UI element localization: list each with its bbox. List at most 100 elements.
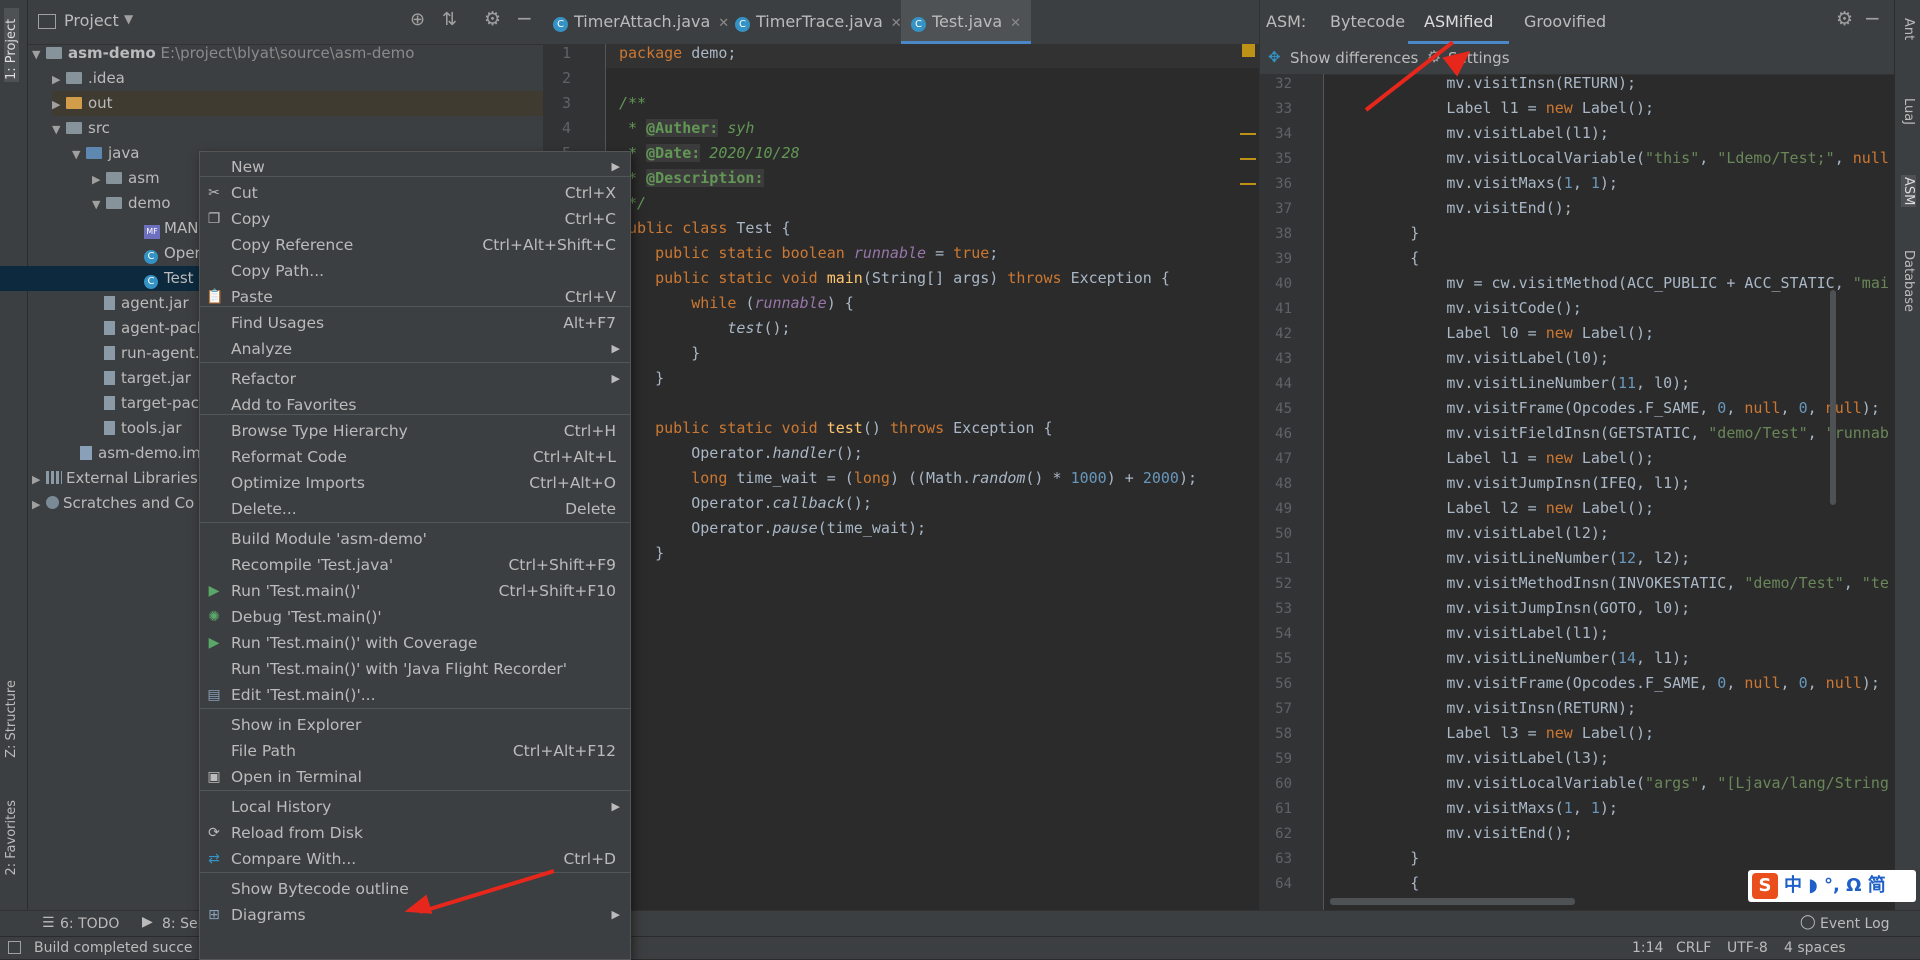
tree-item[interactable]: ▼ java	[72, 141, 139, 166]
menu-item-edit-config[interactable]: ▤ Edit 'Test.main()'...	[200, 682, 630, 708]
ime-toolbar[interactable]: S 中 ◗ °, Ω 简	[1748, 870, 1916, 902]
gear-icon[interactable]: ⚙	[1836, 8, 1853, 30]
chevron-down-icon[interactable]: ▼	[32, 42, 46, 67]
menu-item-copy[interactable]: ❐ Copy Ctrl+C	[200, 206, 630, 232]
show-differences-toggle[interactable]: Show differences	[1290, 49, 1418, 67]
status-message[interactable]: Build completed succe	[34, 940, 193, 956]
database-tool-tab[interactable]: Database	[1901, 250, 1916, 312]
menu-item-file-path[interactable]: File Path Ctrl+Alt+F12	[200, 738, 630, 764]
ant-tool-tab[interactable]: Ant	[1901, 18, 1916, 40]
vertical-scrollbar[interactable]	[1830, 290, 1836, 505]
menu-item-run-jfr[interactable]: Run 'Test.main()' with 'Java Flight Reco…	[200, 656, 630, 682]
tree-item[interactable]: agent-pack	[104, 316, 205, 341]
menu-item-show-in-explorer[interactable]: Show in Explorer	[200, 712, 630, 738]
structure-tool-tab[interactable]: Z: Structure	[4, 680, 19, 758]
tab-asmified[interactable]: ASMified	[1408, 0, 1510, 44]
horizontal-scrollbar[interactable]	[1330, 898, 1575, 905]
menu-item-cut[interactable]: ✂ Cut Ctrl+X	[200, 180, 630, 206]
event-log-tab[interactable]: Event Log	[1820, 916, 1890, 932]
lua-tool-tab[interactable]: LuaJ	[1901, 98, 1916, 125]
indent-setting[interactable]: 4 spaces	[1784, 940, 1846, 956]
chevron-right-icon[interactable]: ▶	[52, 67, 66, 92]
line-separator[interactable]: CRLF	[1676, 940, 1711, 956]
chevron-right-icon[interactable]: ▶	[52, 92, 66, 117]
tree-item[interactable]: ▶ External Libraries	[32, 466, 198, 491]
menu-item-open-in-terminal[interactable]: ▣ Open in Terminal	[200, 764, 630, 790]
inspection-indicator-icon[interactable]	[1242, 44, 1255, 57]
tab-timerattach[interactable]: C TimerAttach.java ✕	[543, 0, 739, 44]
menu-item-local-history[interactable]: Local History ▶	[200, 794, 630, 820]
tree-item[interactable]: MF MAN	[144, 216, 198, 241]
menu-item-copy-reference[interactable]: Copy Reference Ctrl+Alt+Shift+C	[200, 232, 630, 258]
tree-item[interactable]: ▶ Scratches and Co	[32, 491, 194, 516]
code-line: mv.visitFieldInsn(GETSTATIC, "demo/Test"…	[1338, 424, 1890, 442]
menu-item-add-to-favorites[interactable]: Add to Favorites	[200, 392, 630, 418]
jar-icon	[104, 396, 115, 410]
menu-item-reformat-code[interactable]: Reformat Code Ctrl+Alt+L	[200, 444, 630, 470]
chevron-right-icon[interactable]: ▶	[32, 492, 46, 517]
menu-item-label: File Path	[231, 742, 296, 760]
menu-item-browse-type-hierarchy[interactable]: Browse Type Hierarchy Ctrl+H	[200, 418, 630, 444]
tree-item[interactable]: target-pac	[104, 391, 199, 416]
menu-item-find-usages[interactable]: Find Usages Alt+F7	[200, 310, 630, 336]
menu-item-reload-from-disk[interactable]: ⟳ Reload from Disk	[200, 820, 630, 846]
tab-groovified[interactable]: Groovified	[1524, 0, 1606, 44]
tree-item[interactable]: tools.jar	[104, 416, 182, 441]
cursor-position[interactable]: 1:14	[1632, 940, 1663, 956]
tree-item[interactable]: asm-demo.im	[80, 441, 201, 466]
menu-item-build-module[interactable]: Build Module 'asm-demo'	[200, 526, 630, 552]
tree-item[interactable]: target.jar	[104, 366, 191, 391]
asm-tool-tab[interactable]: ASM	[1901, 175, 1916, 208]
project-tool-tab[interactable]: 1: Project	[4, 8, 19, 82]
menu-item-recompile[interactable]: Recompile 'Test.java' Ctrl+Shift+F9	[200, 552, 630, 578]
services-tab[interactable]: 8: Ser	[162, 916, 203, 932]
tree-item[interactable]: run-agent.	[104, 341, 200, 366]
menu-item-refactor[interactable]: Refactor ▶	[200, 366, 630, 392]
favorites-tool-tab[interactable]: 2: Favorites	[4, 800, 19, 876]
tab-bytecode[interactable]: Bytecode	[1330, 0, 1405, 44]
menu-item-optimize-imports[interactable]: Optimize Imports Ctrl+Alt+O	[200, 470, 630, 496]
menu-item-paste[interactable]: 📋 Paste Ctrl+V	[200, 284, 630, 310]
chevron-right-icon[interactable]: ▶	[32, 467, 46, 492]
tree-item[interactable]: ▼ demo	[92, 191, 171, 216]
chevron-down-icon[interactable]: ▼	[72, 142, 86, 167]
tree-item[interactable]: ▶ asm	[92, 166, 160, 191]
tree-item[interactable]: ▼ asm-demo E:\project\blyat\source\asm-de…	[32, 41, 414, 66]
tree-item[interactable]: ▶ .idea	[52, 66, 125, 91]
menu-item-run[interactable]: ▶ Run 'Test.main()' Ctrl+Shift+F10	[200, 578, 630, 604]
chevron-down-icon[interactable]: ▼	[52, 117, 66, 142]
close-icon[interactable]: ✕	[1010, 16, 1021, 31]
chevron-down-icon[interactable]: ▼	[92, 192, 106, 217]
minimize-icon[interactable]: −	[1864, 6, 1881, 30]
tab-timertrace[interactable]: C TimerTrace.java ✕	[725, 0, 912, 44]
gear-icon[interactable]: ⚙	[484, 8, 501, 30]
chevron-down-icon[interactable]: ▼	[124, 12, 133, 26]
project-view-title[interactable]: Project	[64, 11, 119, 30]
tree-item[interactable]: ▶ out	[52, 91, 543, 116]
error-stripe-mark[interactable]	[1240, 158, 1256, 160]
todo-tab[interactable]: 6: TODO	[60, 916, 119, 932]
tree-item[interactable]: ▼ src	[52, 116, 110, 141]
menu-item-delete[interactable]: Delete... Delete	[200, 496, 630, 522]
error-stripe-mark[interactable]	[1240, 183, 1256, 185]
tree-item[interactable]: agent.jar	[104, 291, 189, 316]
locate-icon[interactable]: ⊕	[410, 9, 425, 30]
file-encoding[interactable]: UTF-8	[1727, 940, 1768, 956]
left-tool-stripe: 1: Project Z: Structure 2: Favorites	[0, 0, 28, 910]
chevron-right-icon[interactable]: ▶	[92, 167, 106, 192]
code-editor[interactable]: 1 2 3 4 5 package demo; /** * @Auther: s…	[543, 44, 1259, 910]
minimize-icon[interactable]: −	[516, 6, 533, 30]
menu-item-new[interactable]: New ▶	[200, 154, 630, 180]
menu-item-copy-path[interactable]: Copy Path...	[200, 258, 630, 284]
menu-item-debug[interactable]: ✺ Debug 'Test.main()'	[200, 604, 630, 630]
asm-code-view[interactable]: mv.visitInsn(RETURN); Label l1 = new Lab…	[1260, 74, 1890, 910]
tab-test[interactable]: C Test.java ✕	[901, 0, 1032, 44]
tree-item[interactable]: C Oper	[144, 241, 201, 266]
menu-item-run-coverage[interactable]: ▶ Run 'Test.main()' with Coverage	[200, 630, 630, 656]
error-stripe-mark[interactable]	[1240, 133, 1256, 135]
menu-item-shortcut: Ctrl+C	[564, 210, 616, 228]
collapse-icon[interactable]: ⇅	[442, 9, 457, 30]
menu-item-label: Recompile 'Test.java'	[231, 556, 394, 574]
menu-item-analyze[interactable]: Analyze ▶	[200, 336, 630, 362]
menu-item-compare-with[interactable]: ⇄ Compare With... Ctrl+D	[200, 846, 630, 872]
